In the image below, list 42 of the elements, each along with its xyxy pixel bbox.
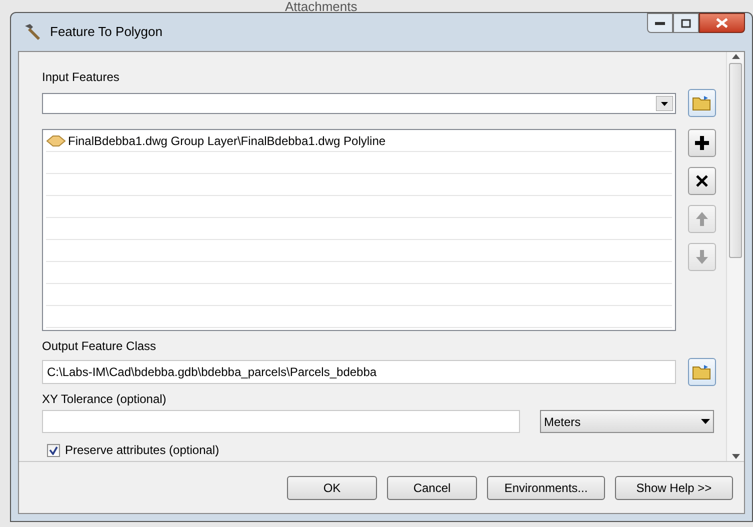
xy-tolerance-field[interactable] (42, 410, 520, 433)
minimize-icon (655, 21, 665, 25)
background-text: Attachments (285, 0, 358, 13)
dropdown-arrow-icon (656, 96, 673, 110)
maximize-button[interactable] (673, 13, 699, 33)
plus-icon (694, 135, 710, 151)
scroll-thumb[interactable] (729, 63, 742, 258)
scroll-up-icon (732, 54, 740, 59)
checkbox[interactable] (47, 444, 60, 456)
dialog-button[interactable]: Show Help >> (615, 476, 733, 500)
dropdown-arrow-icon (701, 419, 710, 424)
close-icon (696, 175, 708, 187)
window-title: Feature To Polygon (50, 23, 162, 42)
browse-folder-button[interactable] (688, 89, 716, 117)
move-up-button[interactable] (688, 205, 716, 233)
close-icon (716, 18, 728, 28)
browse-folder-button[interactable] (688, 358, 716, 386)
scroll-down-icon (732, 454, 740, 459)
folder-icon (692, 364, 712, 380)
field-label: Input Features (42, 69, 120, 86)
unit-dropdown[interactable]: Meters (540, 410, 714, 433)
output-path-field[interactable]: C:\Labs-IM\Cad\bdebba.gdb\bdebba_parcels\Parcels_bdebba (42, 360, 676, 384)
field-label: XY Tolerance (optional) (42, 391, 168, 408)
field-label: Output Feature Class (42, 338, 158, 355)
scrollbar[interactable] (726, 52, 744, 461)
move-down-button[interactable] (688, 243, 716, 271)
dialog-button[interactable]: Environments... (487, 476, 605, 500)
maximize-icon (681, 18, 691, 28)
remove-button[interactable] (688, 167, 716, 195)
layer-diamond-icon (46, 134, 66, 146)
dialog-button[interactable]: Cancel (387, 476, 477, 500)
dialog-button[interactable]: OK (287, 476, 377, 500)
checkbox-label: Preserve attributes (optional) (65, 442, 220, 459)
up-arrow-icon (695, 211, 709, 227)
close-button[interactable] (699, 13, 745, 33)
minimize-button[interactable] (647, 13, 673, 33)
folder-icon (692, 95, 712, 111)
down-arrow-icon (695, 249, 709, 265)
checkmark-icon (49, 446, 58, 454)
add-button[interactable] (688, 129, 716, 157)
list-item[interactable]: FinalBdebba1.dwg Group Layer\FinalBdebba1.dwg Polyline (46, 130, 672, 152)
input-features-dropdown[interactable] (42, 92, 676, 114)
